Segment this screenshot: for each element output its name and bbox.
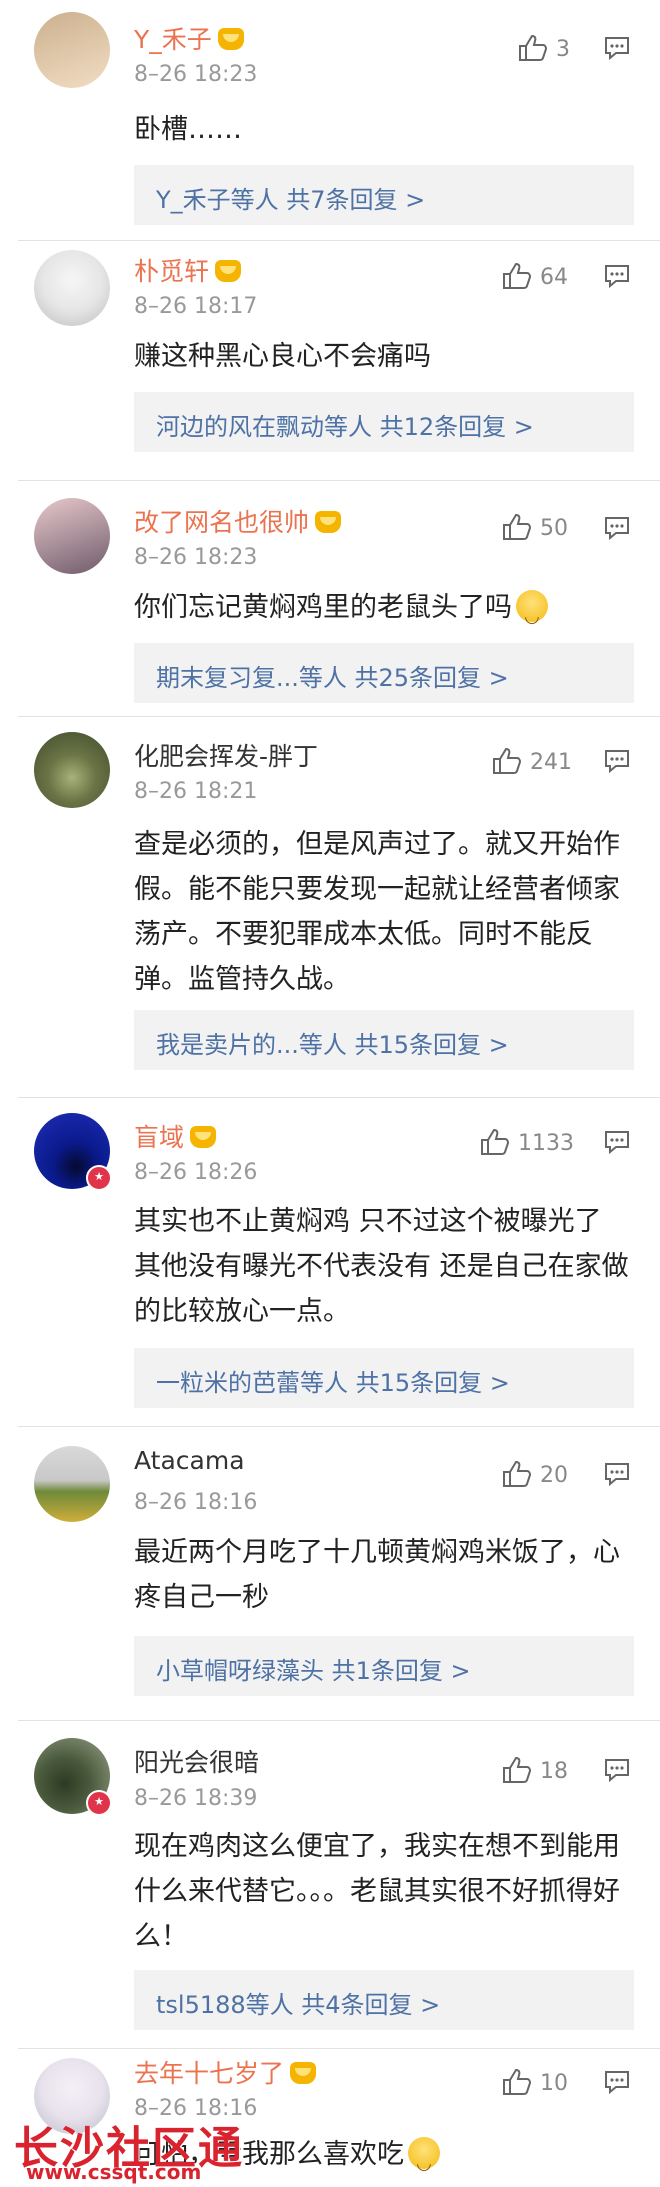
like-button[interactable]: 18 [502, 1756, 568, 1784]
comment-icon[interactable] [604, 1758, 630, 1782]
like-button[interactable]: 10 [502, 2068, 568, 2096]
comment-text: 最近两个月吃了十几顿黄焖鸡米饭了，心疼自己一秒 [134, 1537, 620, 1613]
verified-badge-icon [86, 1790, 112, 1816]
crown-icon [190, 1126, 217, 1148]
like-button[interactable]: 1133 [480, 1128, 574, 1156]
timestamp: 8–26 18:21 [134, 779, 258, 804]
divider [18, 1720, 660, 1721]
thumbs-up-icon [481, 1128, 510, 1155]
timestamp: 8–26 18:16 [134, 1490, 258, 1515]
smile-emoji-icon [516, 590, 548, 639]
avatar[interactable] [34, 732, 110, 808]
like-button[interactable]: 50 [502, 513, 568, 541]
timestamp: 8–26 18:17 [134, 294, 258, 319]
comment-icon[interactable] [604, 264, 630, 288]
comment-text: 卧槽…… [134, 114, 242, 145]
divider [18, 2048, 660, 2049]
avatar[interactable] [34, 250, 110, 326]
watermark-url: www.cssqt.com [26, 2160, 202, 2184]
thumbs-up-icon [503, 262, 532, 289]
comment-text: 你们忘记黄焖鸡里的老鼠头了吗 [134, 585, 634, 639]
timestamp: 8–26 18:39 [134, 1786, 258, 1811]
replies-link[interactable]: 我是卖片的...等人 共15条回复 > [134, 1010, 634, 1070]
username[interactable]: Y_禾子 [134, 20, 244, 56]
replies-link[interactable]: 一粒米的芭蕾等人 共15条回复 > [134, 1348, 634, 1408]
username[interactable]: 改了网名也很帅 [134, 503, 342, 539]
divider [18, 716, 660, 717]
avatar[interactable] [34, 1446, 110, 1522]
replies-link[interactable]: 期末复习复...等人 共25条回复 > [134, 643, 634, 703]
comment-icon[interactable] [604, 749, 630, 773]
timestamp: 8–26 18:26 [134, 1160, 258, 1185]
divider [18, 480, 660, 481]
avatar[interactable] [34, 1113, 112, 1191]
comment-icon[interactable] [604, 1130, 630, 1154]
like-button[interactable]: 241 [492, 747, 572, 775]
thumbs-up-icon [503, 1460, 532, 1487]
crying-emoji-icon [408, 2137, 440, 2186]
avatar[interactable] [34, 1738, 112, 1816]
thumbs-up-icon [519, 34, 548, 61]
crown-icon [217, 28, 244, 50]
like-button[interactable]: 20 [502, 1460, 568, 1488]
avatar[interactable] [34, 498, 110, 574]
divider [18, 240, 660, 241]
divider [18, 1426, 660, 1427]
comment-text: 现在鸡肉这么便宜了，我实在想不到能用什么来代替它。。。老鼠其实很不好抓得好么！ [134, 1831, 620, 1952]
crown-icon [215, 260, 242, 282]
comment-text: 其实也不止黄焖鸡 只不过这个被曝光了 其他没有曝光不代表没有 还是自己在家做的比… [134, 1206, 629, 1327]
like-button[interactable]: 64 [502, 262, 568, 290]
comment-text: 赚这种黑心良心不会痛吗 [134, 341, 431, 372]
comment-icon[interactable] [604, 516, 630, 540]
username[interactable]: 化肥会挥发-胖丁 [134, 737, 318, 773]
username[interactable]: 阳光会很暗 [134, 1743, 259, 1779]
comment-icon[interactable] [604, 36, 630, 60]
replies-link[interactable]: tsl5188等人 共4条回复 > [134, 1970, 634, 2030]
crown-icon [290, 2062, 317, 2084]
timestamp: 8–26 18:23 [134, 545, 258, 570]
username[interactable]: 去年十七岁了 [134, 2054, 317, 2090]
comment-icon[interactable] [604, 2070, 630, 2094]
thumbs-up-icon [503, 513, 532, 540]
thumbs-up-icon [493, 747, 522, 774]
comment-icon[interactable] [604, 1462, 630, 1486]
like-button[interactable]: 3 [518, 34, 570, 62]
username[interactable]: Atacama [134, 1446, 245, 1475]
timestamp: 8–26 18:23 [134, 62, 258, 87]
divider [18, 1097, 660, 1098]
crown-icon [315, 511, 342, 533]
replies-link[interactable]: Y_禾子等人 共7条回复 > [134, 165, 634, 225]
thumbs-up-icon [503, 1756, 532, 1783]
comment-text: 查是必须的，但是风声过了。就又开始作假。能不能只要发现一起就让经营者倾家荡产。不… [134, 829, 620, 995]
thumbs-up-icon [503, 2068, 532, 2095]
username[interactable]: 朴觅轩 [134, 252, 242, 288]
avatar[interactable] [34, 12, 110, 88]
replies-link[interactable]: 河边的风在飘动等人 共12条回复 > [134, 392, 634, 452]
verified-badge-icon [86, 1165, 112, 1191]
replies-link[interactable]: 小草帽呀绿藻头 共1条回复 > [134, 1636, 634, 1696]
username[interactable]: 盲域 [134, 1118, 217, 1154]
